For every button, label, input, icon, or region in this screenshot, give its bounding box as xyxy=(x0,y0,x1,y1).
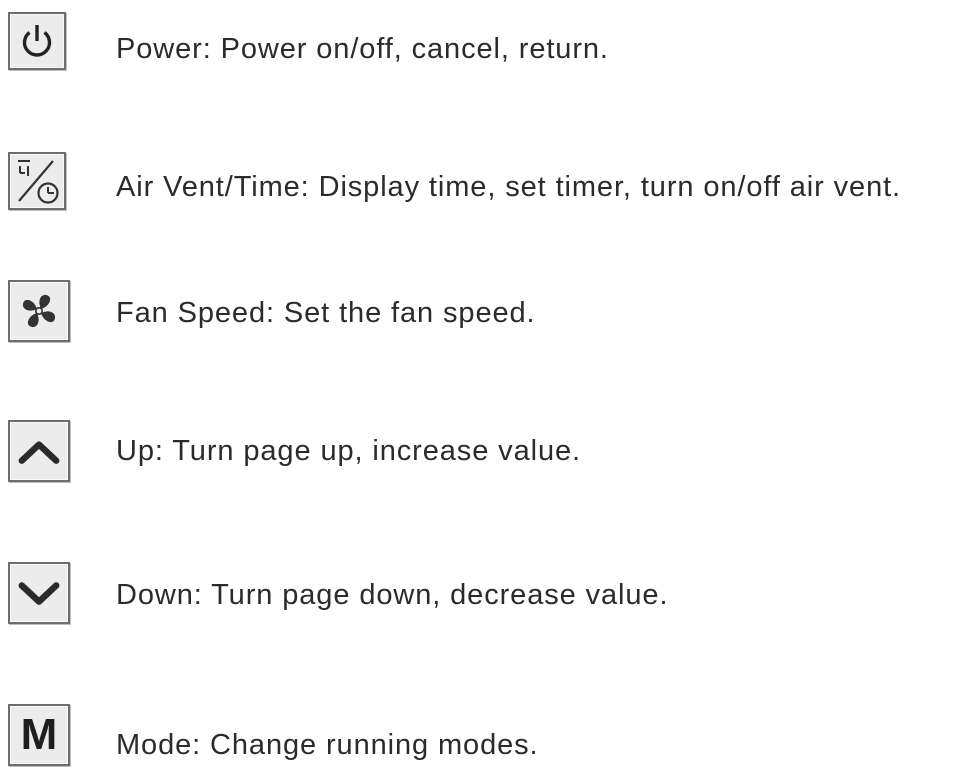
legend-row-up: Up: Turn page up, increase value. xyxy=(0,420,958,500)
power-icon xyxy=(22,25,52,57)
mode-description: Mode: Change running modes. xyxy=(116,729,539,761)
mode-button[interactable]: M xyxy=(8,704,70,766)
air-vent-time-description: Air Vent/Time: Display time, set timer, … xyxy=(116,171,902,203)
air-vent-time-icon xyxy=(18,160,59,204)
legend-row-mode: M Mode: Change running modes. xyxy=(0,704,958,784)
chevron-up-icon xyxy=(18,441,60,464)
fan-speed-button[interactable] xyxy=(8,280,70,342)
air-vent-time-button[interactable] xyxy=(8,152,66,210)
fan-icon xyxy=(22,294,56,328)
mode-icon: M xyxy=(20,710,58,759)
down-description: Down: Turn page down, decrease value. xyxy=(116,579,669,611)
legend-row-fan-speed: Fan Speed: Set the fan speed. xyxy=(0,280,958,360)
down-button[interactable] xyxy=(8,562,70,624)
up-button[interactable] xyxy=(8,420,70,482)
power-description: Power: Power on/off, cancel, return. xyxy=(116,33,609,65)
fan-speed-description: Fan Speed: Set the fan speed. xyxy=(116,297,536,329)
legend-row-down: Down: Turn page down, decrease value. xyxy=(0,562,958,642)
legend-row-power: Power: Power on/off, cancel, return. xyxy=(0,12,958,92)
power-button[interactable] xyxy=(8,12,66,70)
chevron-down-icon xyxy=(18,582,60,605)
legend-row-air-vent-time: Air Vent/Time: Display time, set timer, … xyxy=(0,152,958,232)
up-description: Up: Turn page up, increase value. xyxy=(116,435,581,467)
